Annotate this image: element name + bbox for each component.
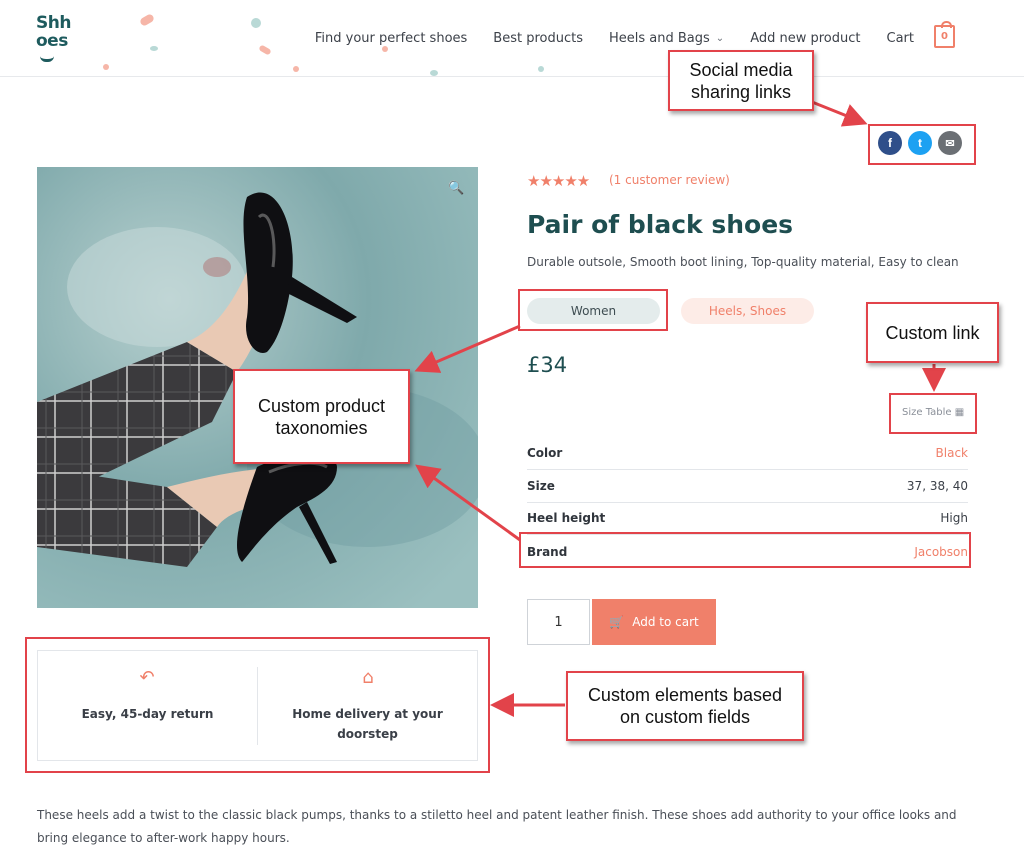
attribute-key: Color [527, 446, 563, 460]
quantity-value: 1 [554, 614, 563, 630]
annotation-custom-elements: Custom elements based on custom fields [566, 671, 804, 741]
twitter-share-icon[interactable]: t [908, 131, 932, 155]
attribute-value[interactable]: Black [936, 446, 968, 460]
table-icon: ▦ [954, 407, 965, 418]
product-price: £34 [527, 353, 568, 377]
nav-add-product[interactable]: Add new product [750, 31, 860, 46]
home-icon: ⌂ [362, 667, 374, 688]
cart-count: 0 [941, 31, 948, 42]
site-logo[interactable]: Shh oes [36, 13, 80, 62]
product-short-description: Durable outsole, Smooth boot lining, Top… [527, 255, 959, 269]
email-glyph: ✉ [945, 137, 955, 150]
attribute-value: 37, 38, 40 [906, 479, 968, 493]
taxonomy-tag-category[interactable]: Heels, Shoes [681, 298, 814, 324]
annotation-text: Custom elements based on custom fields [587, 685, 783, 727]
zoom-icon[interactable]: 🔍 [448, 181, 464, 197]
attribute-row-size: Size 37, 38, 40 [527, 470, 968, 503]
confetti-decoration [258, 44, 272, 56]
nav-find-shoes[interactable]: Find your perfect shoes [315, 31, 467, 46]
confetti-decoration [103, 64, 109, 70]
quantity-input[interactable]: 1 [527, 599, 590, 645]
taxonomy-tag-women[interactable]: Women [527, 298, 660, 324]
product-title: Pair of black shoes [527, 210, 794, 239]
logo-line-1: Shh [36, 13, 71, 33]
confetti-decoration [293, 66, 299, 72]
annotation-text: Custom link [885, 322, 980, 343]
size-table-link[interactable]: Size Table ▦ [902, 407, 964, 418]
cart-icon: 🛒 [609, 615, 625, 629]
logo-smile-mark [40, 56, 54, 62]
annotation-text: Social media sharing links [689, 59, 793, 102]
attribute-row-color: Color Black [527, 437, 968, 470]
facebook-glyph: f [888, 136, 892, 150]
feature-delivery-text: Home delivery at your doorstep [292, 707, 443, 741]
nav-label: Heels and Bags [609, 31, 710, 46]
twitter-glyph: t [918, 136, 922, 150]
nav-best-products[interactable]: Best products [493, 31, 583, 46]
nav-label: Best products [493, 31, 583, 46]
nav-label: Add new product [750, 31, 861, 46]
site-header: Shh oes Find your perfect shoes Best pro… [0, 0, 1024, 77]
chevron-down-icon: ⌄ [715, 33, 725, 44]
return-icon: ↶ [139, 667, 155, 688]
annotation-custom-link: Custom link [866, 302, 999, 363]
rating-stars: ★★★★★ [527, 172, 590, 190]
attribute-value: High [940, 511, 968, 525]
feature-return-text: Easy, 45-day return [81, 707, 214, 721]
annotation-text: Custom product taxonomies [257, 395, 386, 438]
cart-bag-icon[interactable]: 0 [934, 21, 955, 48]
tag-label: Heels, Shoes [708, 304, 787, 318]
confetti-decoration [251, 18, 261, 28]
attribute-key: Size [527, 479, 555, 493]
nav-label: Cart [886, 31, 915, 46]
email-share-icon[interactable]: ✉ [938, 131, 962, 155]
add-to-cart-button[interactable]: 🛒 Add to cart [592, 599, 716, 645]
nav-label: Find your perfect shoes [314, 31, 468, 46]
attribute-key: Heel height [527, 511, 606, 525]
nav-cart[interactable]: Cart [887, 31, 915, 46]
add-to-cart-label: Add to cart [632, 615, 699, 629]
brand-highlight [519, 532, 971, 568]
tag-label: Women [570, 304, 617, 318]
attribute-row-heel-height: Heel height High [527, 502, 968, 535]
customer-review-link[interactable]: (1 customer review) [609, 173, 730, 187]
features-divider [257, 667, 258, 745]
annotation-social-media: Social media sharing links [668, 50, 814, 111]
facebook-share-icon[interactable]: f [878, 131, 902, 155]
nav-heels-bags[interactable]: Heels and Bags ⌄ [609, 31, 724, 46]
confetti-decoration [138, 13, 156, 27]
annotation-taxonomies: Custom product taxonomies [233, 369, 410, 464]
size-table-label: Size Table [902, 407, 952, 418]
product-long-description: These heels add a twist to the classic b… [37, 808, 957, 845]
confetti-decoration [150, 46, 158, 51]
logo-line-2: oes [36, 31, 68, 51]
